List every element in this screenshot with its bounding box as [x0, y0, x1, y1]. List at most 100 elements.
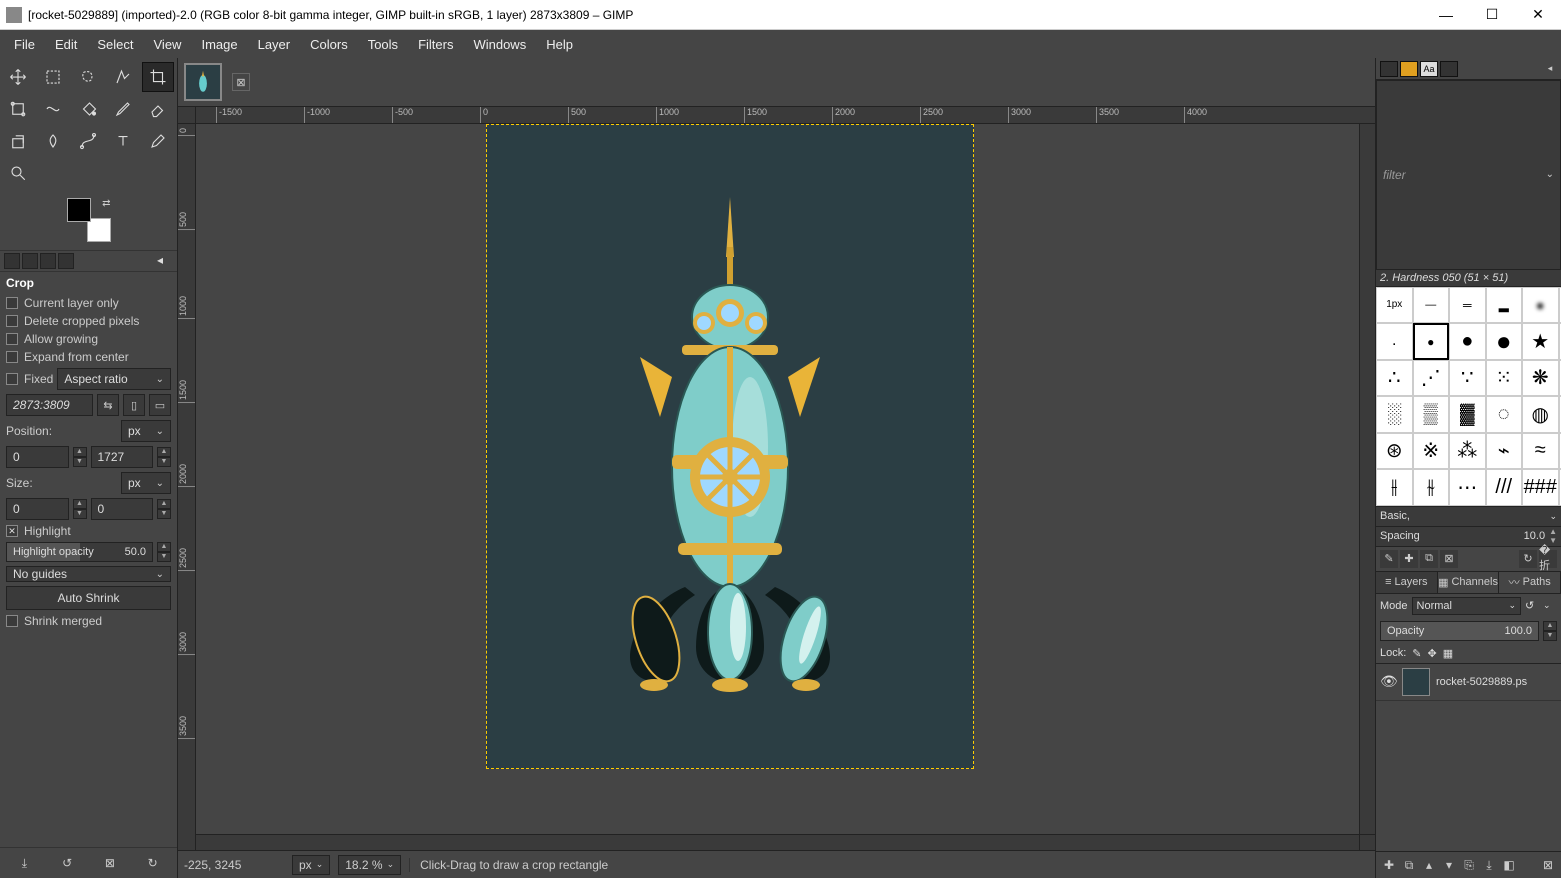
- tab-brushes[interactable]: [1380, 61, 1398, 77]
- brush-item[interactable]: ⌁: [1486, 433, 1523, 470]
- brush-item[interactable]: ★: [1522, 323, 1559, 360]
- menu-image[interactable]: Image: [191, 33, 247, 56]
- swap-colors-icon[interactable]: ⇄: [102, 198, 110, 209]
- portrait-icon[interactable]: ▯: [123, 394, 145, 416]
- maximize-button[interactable]: ☐: [1469, 0, 1515, 29]
- open-brush-icon[interactable]: �折: [1539, 550, 1557, 568]
- brush-item[interactable]: ●: [1413, 323, 1450, 360]
- brush-item[interactable]: ◍: [1522, 396, 1559, 433]
- brush-item[interactable]: ⁂: [1449, 433, 1486, 470]
- clone-tool[interactable]: [2, 126, 34, 156]
- nav-corner-icon[interactable]: [1359, 834, 1375, 850]
- brush-filter-input[interactable]: filter⌄: [1376, 80, 1561, 270]
- color-swatches[interactable]: ⇄: [67, 198, 111, 242]
- brush-item[interactable]: ▂: [1486, 287, 1523, 324]
- bucket-fill-tool[interactable]: [72, 94, 104, 124]
- pos-y-input[interactable]: 1727: [91, 446, 154, 468]
- crop-tool[interactable]: [142, 62, 174, 92]
- shrink-merged-check[interactable]: Shrink merged: [6, 614, 171, 628]
- delete-cropped-check[interactable]: Delete cropped pixels: [6, 314, 171, 328]
- lower-layer-icon[interactable]: ▾: [1440, 856, 1458, 874]
- brush-item[interactable]: ❋: [1522, 360, 1559, 397]
- lock-alpha-icon[interactable]: ▦: [1443, 647, 1453, 660]
- dock-menu-icon[interactable]: ◂: [1543, 62, 1557, 76]
- menu-edit[interactable]: Edit: [45, 33, 87, 56]
- smudge-tool[interactable]: [37, 126, 69, 156]
- brush-item[interactable]: ▓: [1449, 396, 1486, 433]
- tab-fonts[interactable]: Aa: [1420, 61, 1438, 77]
- menu-view[interactable]: View: [144, 33, 192, 56]
- ruler-vertical[interactable]: 0500100015002000250030003500: [178, 124, 196, 834]
- brush-item[interactable]: ═: [1449, 287, 1486, 324]
- reset-preset-icon[interactable]: ↻: [144, 854, 162, 872]
- brush-item[interactable]: ≈: [1522, 433, 1559, 470]
- auto-shrink-button[interactable]: Auto Shrink: [6, 586, 171, 610]
- save-preset-icon[interactable]: ⤓: [15, 854, 33, 872]
- edit-brush-icon[interactable]: ✎: [1380, 550, 1398, 568]
- restore-preset-icon[interactable]: ↺: [58, 854, 76, 872]
- ruler-horizontal[interactable]: -1500-1000-50005001000150020002500300035…: [178, 106, 1375, 124]
- delete-brush-icon[interactable]: ⊠: [1440, 550, 1458, 568]
- new-group-icon[interactable]: ⧉: [1400, 856, 1418, 874]
- fixed-check[interactable]: Fixed: [6, 372, 53, 386]
- current-layer-only-check[interactable]: Current layer only: [6, 296, 171, 310]
- tab-menu-icon[interactable]: ◂: [157, 253, 173, 269]
- status-unit-select[interactable]: px⌄: [292, 855, 330, 875]
- merge-down-icon[interactable]: ⤓: [1480, 856, 1498, 874]
- new-brush-icon[interactable]: ✚: [1400, 550, 1418, 568]
- paths-tool[interactable]: [72, 126, 104, 156]
- menu-windows[interactable]: Windows: [463, 33, 536, 56]
- mode-select[interactable]: Normal⌄: [1412, 597, 1521, 615]
- transform-tool[interactable]: [2, 94, 34, 124]
- layer-thumb[interactable]: [1402, 668, 1430, 696]
- brush-item[interactable]: ∴: [1376, 360, 1413, 397]
- brush-item[interactable]: ⫳: [1413, 469, 1450, 506]
- menu-filters[interactable]: Filters: [408, 33, 463, 56]
- brush-item[interactable]: ●: [1522, 287, 1559, 324]
- pos-x-input[interactable]: 0: [6, 446, 69, 468]
- menu-file[interactable]: File: [4, 33, 45, 56]
- tab-layers[interactable]: ≡Layers: [1376, 572, 1438, 593]
- menu-help[interactable]: Help: [536, 33, 583, 56]
- dup-layer-icon[interactable]: ⎘: [1460, 856, 1478, 874]
- brush-item[interactable]: ///: [1486, 469, 1523, 506]
- scrollbar-horizontal[interactable]: [196, 834, 1359, 850]
- pos-unit-select[interactable]: px⌄: [121, 420, 171, 442]
- brush-item[interactable]: ●: [1449, 323, 1486, 360]
- raise-layer-icon[interactable]: ▴: [1420, 856, 1438, 874]
- brush-item[interactable]: ⋰: [1413, 360, 1450, 397]
- highlight-opacity-slider[interactable]: Highlight opacity50.0: [6, 542, 153, 562]
- scrollbar-vertical[interactable]: [1359, 124, 1375, 834]
- free-select-tool[interactable]: [72, 62, 104, 92]
- brush-item[interactable]: .: [1376, 323, 1413, 360]
- tab-history[interactable]: [1440, 61, 1458, 77]
- tab-images[interactable]: [58, 253, 74, 269]
- status-zoom-select[interactable]: 18.2 %⌄: [338, 855, 401, 875]
- brush-item[interactable]: ###: [1522, 469, 1559, 506]
- paintbrush-tool[interactable]: [107, 94, 139, 124]
- fixed-mode-select[interactable]: Aspect ratio⌄: [57, 368, 171, 390]
- lock-pixels-icon[interactable]: ✎: [1412, 647, 1421, 660]
- size-w-input[interactable]: 0: [6, 498, 69, 520]
- tab-undo-history[interactable]: [40, 253, 56, 269]
- move-tool[interactable]: [2, 62, 34, 92]
- brush-item[interactable]: ◌: [1486, 396, 1523, 433]
- text-tool[interactable]: [107, 126, 139, 156]
- canvas[interactable]: [196, 124, 1359, 834]
- menu-layer[interactable]: Layer: [248, 33, 301, 56]
- menu-colors[interactable]: Colors: [300, 33, 358, 56]
- spacing-value[interactable]: 10.0: [1524, 530, 1545, 542]
- layer-name[interactable]: rocket-5029889.ps: [1436, 676, 1557, 688]
- rect-select-tool[interactable]: [37, 62, 69, 92]
- brush-preset-select[interactable]: Basic,⌄: [1376, 507, 1561, 527]
- color-picker-tool[interactable]: [142, 126, 174, 156]
- expand-center-check[interactable]: Expand from center: [6, 350, 171, 364]
- guides-select[interactable]: No guides⌄: [6, 566, 171, 582]
- ratio-input[interactable]: 2873:3809: [6, 394, 93, 416]
- mask-icon[interactable]: ◧: [1500, 856, 1518, 874]
- brush-item[interactable]: ⫲: [1376, 469, 1413, 506]
- dup-brush-icon[interactable]: ⧉: [1420, 550, 1438, 568]
- fg-color[interactable]: [67, 198, 91, 222]
- brush-item[interactable]: ⁙: [1486, 360, 1523, 397]
- brush-item[interactable]: ░: [1376, 396, 1413, 433]
